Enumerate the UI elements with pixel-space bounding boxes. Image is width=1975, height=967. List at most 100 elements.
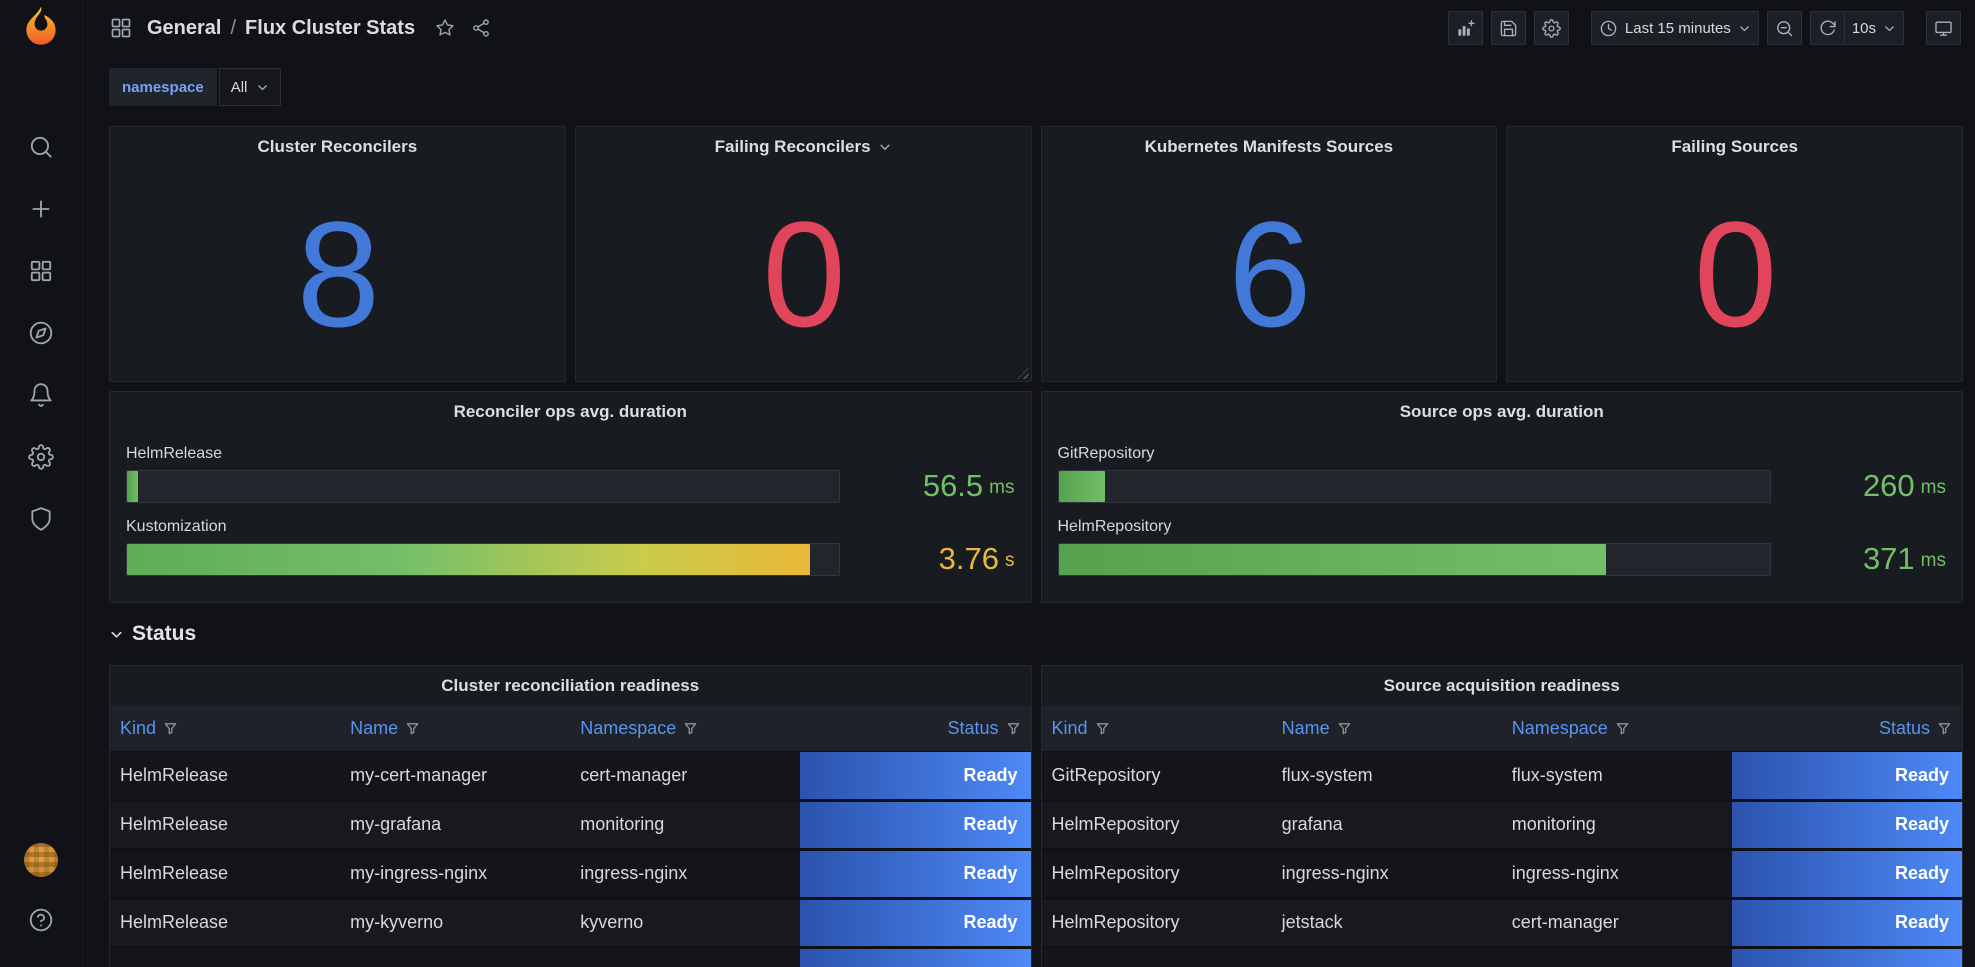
filter-funnel-icon[interactable] [163, 721, 178, 736]
filter-funnel-icon[interactable] [1337, 721, 1352, 736]
sidebar-item-explore[interactable] [24, 316, 58, 350]
stat-value: 0 [1693, 190, 1777, 358]
column-header-status[interactable]: Status [1731, 706, 1962, 752]
cell-kind [1041, 947, 1272, 967]
filter-funnel-icon[interactable] [1095, 721, 1110, 736]
cell-name: my-grafana [340, 800, 571, 851]
cell-namespace: ingress-nginx [1501, 849, 1732, 900]
gauge-value-unit: s [1005, 550, 1015, 571]
column-header-name[interactable]: Name [1271, 706, 1502, 752]
column-header-kind[interactable]: Kind [1041, 706, 1272, 752]
column-header-namespace[interactable]: Namespace [1501, 706, 1732, 752]
filter-funnel-icon[interactable] [683, 721, 698, 736]
status-badge [800, 947, 1031, 967]
save-dashboard-button[interactable] [1490, 11, 1526, 45]
panel-menu-chevron-icon[interactable] [878, 140, 892, 154]
cell-namespace: kyverno [570, 898, 801, 949]
variables-bar: namespace All [83, 56, 1975, 118]
panel-title-text: Kubernetes Manifests Sources [1144, 137, 1394, 156]
zoom-out-time-button[interactable] [1766, 11, 1802, 45]
stat-value: 8 [296, 190, 380, 358]
panel-title-text: Failing Reconcilers [714, 137, 871, 156]
dashboard-settings-button[interactable] [1533, 11, 1569, 45]
filter-funnel-icon[interactable] [1937, 721, 1952, 736]
gauge-value-number: 3.76 [938, 541, 999, 576]
sidebar-item-alerting[interactable] [24, 378, 58, 412]
toolbar-right: Last 15 minutes 10s [1447, 11, 1961, 45]
dashboard-grid: Cluster Reconcilers 8 Failing Reconciler… [109, 126, 1963, 967]
column-header-namespace[interactable]: Namespace [570, 706, 801, 752]
bar-gauge: GitRepository 260 ms HelmRepository 371 … [1042, 432, 1963, 602]
table-row: HelmRepository grafana monitoring Ready [1041, 800, 1962, 851]
kiosk-mode-button[interactable] [1926, 11, 1961, 45]
cell-kind: HelmRelease [110, 800, 341, 851]
sidebar-item-dashboards[interactable] [24, 254, 58, 288]
column-header-kind[interactable]: Kind [110, 706, 341, 752]
apps-grid-icon[interactable] [109, 16, 133, 40]
bar-gauge: HelmRelease 56.5 ms Kustomization 3.76 s [110, 432, 1031, 602]
panel-title[interactable]: Cluster Reconcilers [110, 127, 565, 167]
breadcrumb-page: Flux Cluster Stats [245, 16, 416, 39]
panel-title[interactable]: Reconciler ops avg. duration [110, 392, 1031, 432]
share-dashboard-button[interactable] [471, 18, 491, 38]
dashboards-grid-icon [30, 260, 52, 282]
cell-kind: HelmRelease [110, 898, 341, 949]
breadcrumb-section[interactable]: General [147, 17, 221, 40]
panel-title[interactable]: Failing Reconcilers [576, 127, 1031, 167]
status-badge [1731, 947, 1962, 967]
bell-icon [30, 383, 52, 407]
status-badge: Ready [1731, 849, 1962, 900]
variable-value-dropdown[interactable]: All [218, 68, 282, 106]
cell-namespace [570, 947, 801, 967]
sidebar [0, 0, 83, 967]
refresh-interval-dropdown[interactable]: 10s [1843, 11, 1904, 45]
column-header-status[interactable]: Status [800, 706, 1031, 752]
sidebar-item-search[interactable] [24, 130, 58, 164]
plus-icon [32, 200, 50, 218]
readiness-table: Kind Name Namespace Status GitRepository… [1041, 706, 1962, 967]
share-icon [473, 19, 489, 37]
filter-funnel-icon[interactable] [1615, 721, 1630, 736]
gauge-label: GitRepository [1057, 445, 1155, 462]
clock-icon [1600, 20, 1617, 36]
panel-source-acquisition-readiness: Source acquisition readiness Kind Name N… [1040, 665, 1963, 967]
panel-title[interactable]: Kubernetes Manifests Sources [1042, 127, 1497, 167]
sidebar-item-configuration[interactable] [24, 440, 58, 474]
gear-icon [28, 444, 54, 470]
cell-kind: HelmRepository [1041, 898, 1272, 949]
gauge-fill [1058, 544, 1607, 575]
filter-funnel-icon[interactable] [1006, 721, 1021, 736]
breadcrumb: General / Flux Cluster Stats [147, 17, 415, 40]
cell-namespace: flux-system [1501, 751, 1732, 802]
row-title: Status [132, 622, 197, 645]
cell-name: my-kyverno [340, 898, 571, 949]
grafana-logo[interactable] [19, 4, 63, 48]
filter-funnel-icon[interactable] [405, 721, 420, 736]
sidebar-item-create[interactable] [24, 192, 58, 226]
gauge-row: HelmRepository 371 ms [1057, 517, 1946, 576]
sidebar-item-help[interactable] [24, 903, 58, 937]
time-range-picker[interactable]: Last 15 minutes [1590, 11, 1759, 45]
panel-title[interactable]: Failing Sources [1507, 127, 1962, 167]
star-icon [436, 19, 454, 36]
column-header-name[interactable]: Name [340, 706, 571, 752]
panel-title[interactable]: Cluster reconciliation readiness [110, 666, 1031, 706]
row-toggle-status[interactable]: Status [109, 612, 1963, 656]
cell-name: my-ingress-nginx [340, 849, 571, 900]
variable-namespace: namespace All [109, 68, 282, 106]
gauge-row: HelmRelease 56.5 ms [126, 444, 1015, 503]
refresh-button[interactable] [1809, 11, 1845, 45]
save-icon [1500, 20, 1517, 36]
gauge-value: 371 ms [1771, 517, 1946, 576]
user-avatar[interactable] [24, 843, 58, 877]
panel-title[interactable]: Source acquisition readiness [1042, 666, 1963, 706]
add-panel-button[interactable] [1447, 11, 1483, 45]
panel-title[interactable]: Source ops avg. duration [1042, 392, 1963, 432]
gauge-value-number: 371 [1862, 541, 1915, 576]
chevron-down-icon [258, 84, 268, 90]
star-dashboard-button[interactable] [435, 18, 455, 38]
cell-name [1271, 947, 1502, 967]
gauge-fill [1058, 471, 1105, 502]
chevron-down-icon [1739, 25, 1749, 31]
sidebar-item-server-admin[interactable] [24, 502, 58, 536]
